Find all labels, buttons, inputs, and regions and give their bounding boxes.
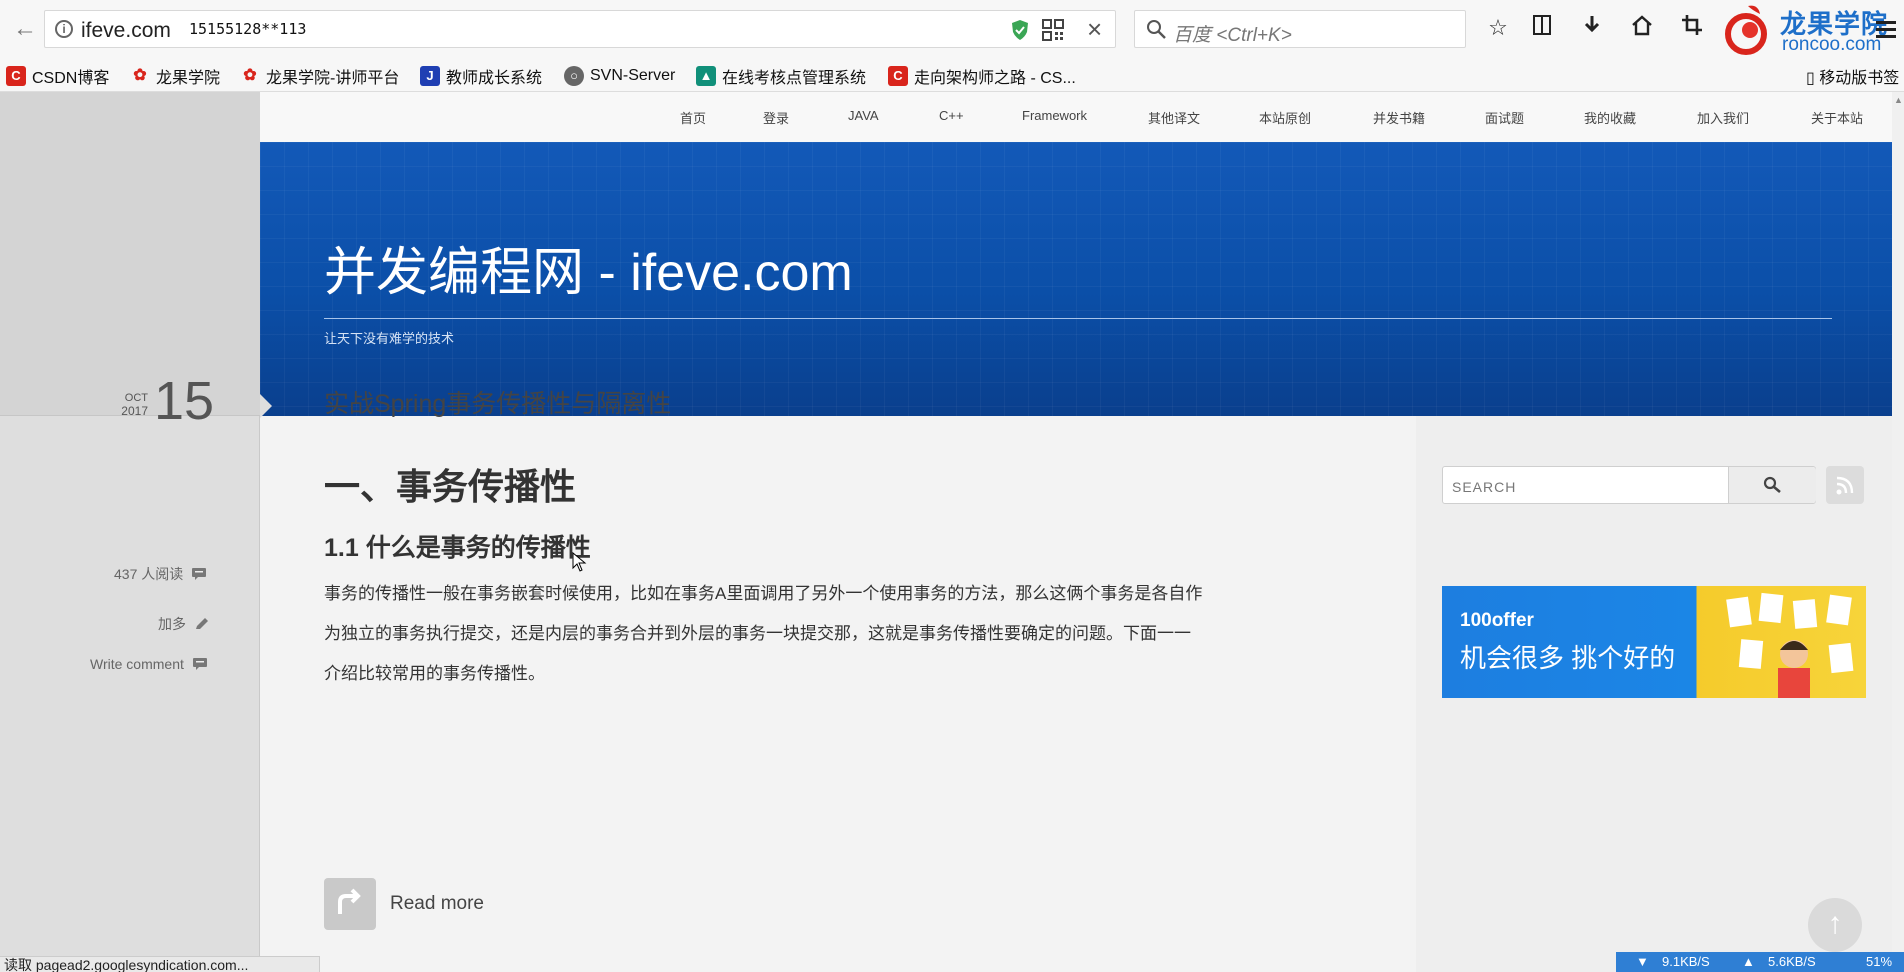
back-button[interactable]: ← (10, 14, 40, 44)
url-text[interactable]: ifeve.com (81, 19, 171, 43)
ad-slogan: 机会很多 挑个好的 (1460, 643, 1676, 673)
divider (324, 318, 1832, 319)
download-speed: 9.1KB/S (1662, 954, 1710, 969)
bookmark-architect[interactable]: C 走向架构师之路 - CS... (888, 64, 1076, 88)
mouse-cursor-icon (572, 552, 587, 572)
usage-percent: 51% (1866, 954, 1893, 969)
globe-icon: ○ (564, 66, 584, 86)
site-banner: 并发编程网 - ifeve.com 让天下没有难学的技术 (260, 142, 1892, 416)
scrollbar[interactable]: ▲ (1892, 92, 1904, 972)
status-bar: 读取 pagead2.googlesyndication.com... (0, 956, 320, 972)
post-day: 15 (154, 371, 215, 431)
advertisement-banner[interactable]: 100offer 机会很多 挑个好的 (1442, 586, 1866, 698)
post-year: 2017 (121, 404, 148, 418)
comment-bubble-icon (192, 658, 207, 670)
download-icon[interactable] (1578, 14, 1606, 42)
scroll-up-arrow-icon[interactable]: ▲ (1894, 96, 1903, 105)
web-page: 首页 登录 JAVA C++ Framework 其他译文 本站原创 并发书籍 … (0, 92, 1904, 972)
search-bar[interactable]: 百度 <Ctrl+K> (1134, 10, 1466, 48)
bookmark-teacher-growth[interactable]: J 教师成长系统 (420, 64, 542, 88)
nav-item-java[interactable]: JAVA (848, 108, 879, 123)
roncoo-icon: ✿ (133, 67, 147, 84)
ad-illustration-icon (1726, 592, 1854, 698)
crop-icon[interactable] (1678, 14, 1706, 42)
download-arrow-icon: ▼ (1636, 954, 1649, 969)
section-heading: 一、事务传播性 (324, 466, 577, 507)
csdn-icon: C (888, 66, 908, 86)
close-icon[interactable]: × (1087, 14, 1102, 45)
nav-item-login[interactable]: 登录 (763, 108, 789, 127)
csdn-icon: C (6, 66, 26, 86)
nav-item-join-us[interactable]: 加入我们 (1697, 108, 1749, 127)
nav-item-original[interactable]: 本站原创 (1259, 108, 1311, 127)
network-speed-widget: ▼ 9.1KB/S ▲ 5.6KB/S 51% (1616, 952, 1904, 972)
pencil-icon (196, 618, 208, 629)
bookmark-svn-server[interactable]: ○ SVN-Server (564, 64, 675, 88)
like-button[interactable]: 加多 (158, 614, 210, 634)
brand-domain: roncoo.com (1782, 34, 1882, 55)
rss-button[interactable] (1826, 466, 1864, 504)
subsection-heading: 1.1 什么是事务的传播性 (324, 534, 591, 562)
date-notch (260, 394, 272, 418)
bookmark-roncoo-teacher[interactable]: ✿ 龙果学院-讲师平台 (240, 64, 399, 88)
read-count: 437 人阅读 (114, 564, 207, 584)
ad-logo: 100offer (1460, 610, 1534, 631)
post-month: OCT (124, 392, 148, 404)
nav-item-other-translations[interactable]: 其他译文 (1148, 108, 1200, 127)
upload-arrow-icon: ▲ (1742, 954, 1755, 969)
back-to-top-button[interactable]: ↑ (1808, 898, 1862, 952)
bookmarks-bar: C CSDN博客 ✿ 龙果学院 ✿ 龙果学院-讲师平台 J 教师成长系统 ○ SVN-Se… (0, 58, 1904, 92)
star-icon[interactable]: ☆ (1484, 14, 1512, 42)
site-nav: 首页 登录 JAVA C++ Framework 其他译文 本站原创 并发书籍 … (260, 92, 1892, 142)
reader-icon[interactable] (1528, 14, 1556, 42)
site-search-button[interactable] (1728, 467, 1816, 503)
menu-icon[interactable] (1876, 20, 1896, 38)
info-icon[interactable]: i (55, 20, 73, 38)
nav-item-about[interactable]: 关于本站 (1811, 108, 1863, 127)
nav-item-framework[interactable]: Framework (1022, 108, 1087, 123)
nav-item-favorites[interactable]: 我的收藏 (1584, 108, 1636, 127)
post-title[interactable]: 实战Spring事务传播性与隔离性 (324, 384, 671, 420)
exam-icon: ▲ (696, 66, 716, 86)
search-icon (1147, 20, 1166, 39)
site-title[interactable]: 并发编程网 - ifeve.com (324, 230, 853, 305)
bookmark-roncoo[interactable]: ✿ 龙果学院 (130, 64, 220, 88)
site-tagline: 让天下没有难学的技术 (324, 331, 455, 346)
bookmark-exam-system[interactable]: ▲ 在线考核点管理系统 (696, 64, 866, 88)
upload-speed: 5.6KB/S (1768, 954, 1816, 969)
browser-toolbar: ← i ifeve.com 15155128**113 × 百度 <Ctrl+K… (0, 0, 1904, 58)
url-bar[interactable]: i ifeve.com 15155128**113 × (44, 10, 1116, 48)
read-more-link[interactable]: Read more (324, 878, 484, 930)
url-overlay-text: 15155128**113 (189, 20, 307, 38)
nav-item-interview[interactable]: 面试题 (1485, 108, 1524, 127)
nav-item-books[interactable]: 并发书籍 (1373, 108, 1425, 127)
write-comment-link[interactable]: Write comment (90, 656, 208, 672)
search-icon (1763, 476, 1781, 493)
comment-bubble-icon (192, 568, 207, 580)
rss-icon (1836, 476, 1854, 495)
post-excerpt: 事务的传播性一般在事务嵌套时候使用，比如在事务A里面调用了另外一个使用事务的方法… (324, 584, 1203, 683)
left-column (0, 92, 260, 972)
bookmark-csdn[interactable]: C CSDN博客 (6, 64, 109, 88)
shield-icon[interactable] (1010, 19, 1030, 41)
roncoo-icon: ✿ (243, 67, 257, 84)
nav-item-home[interactable]: 首页 (680, 108, 706, 127)
search-placeholder: 百度 <Ctrl+K> (1173, 25, 1292, 46)
mobile-bookmarks[interactable]: ▯ 移动版书签 (1806, 64, 1899, 88)
teacher-icon: J (420, 66, 440, 86)
qr-code-icon[interactable] (1042, 19, 1064, 41)
nav-item-cpp[interactable]: C++ (939, 108, 964, 123)
roncoo-logo-icon (1725, 5, 1767, 55)
read-more-arrow-icon (324, 878, 376, 930)
home-icon[interactable] (1628, 14, 1656, 42)
